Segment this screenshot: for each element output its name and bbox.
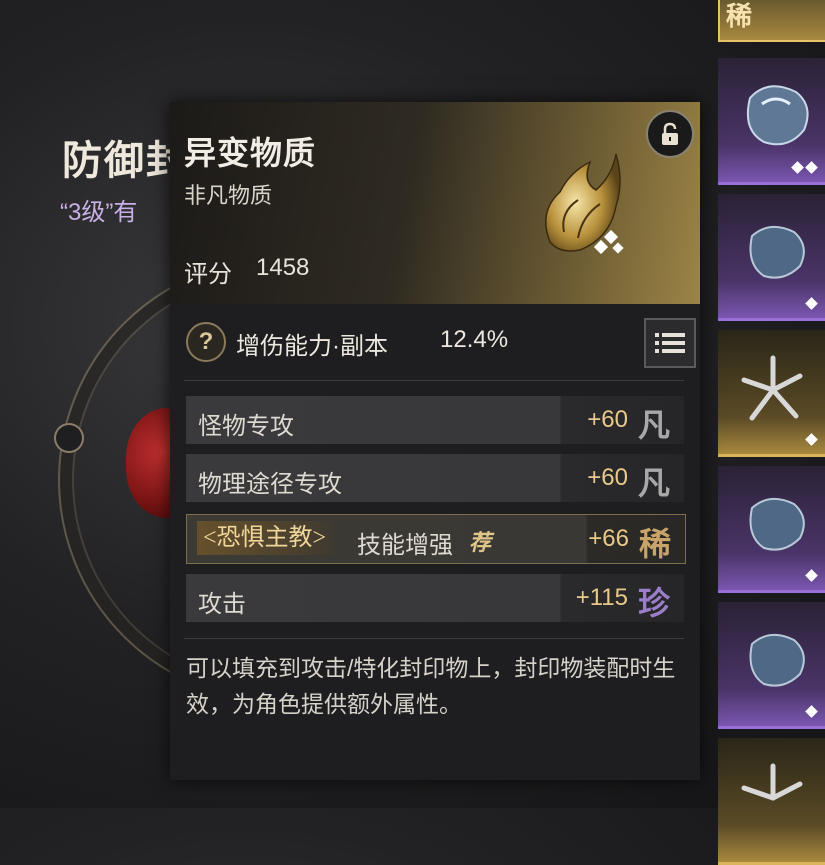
inventory-slot-6[interactable] xyxy=(718,738,825,865)
sub-stat-grade: 稀 xyxy=(638,526,671,562)
score-label: 评分 xyxy=(184,261,232,288)
sub-stat-row: 物理途径专攻 +60 凡 xyxy=(186,454,684,502)
sub-stat-value: +115 xyxy=(575,584,628,611)
lock-open-icon xyxy=(662,122,678,145)
list-icon xyxy=(655,333,685,353)
item-type: 非凡物质 xyxy=(184,183,273,208)
item-description: 可以填充到攻击/特化封印物上，封印物装配时生效，为角色提供额外属性。 xyxy=(186,655,676,717)
item-artwork-icon xyxy=(545,153,624,255)
item-tooltip: 异变物质 非凡物质 评分 1458 ? 增伤能力·副本 12.4% 怪物专攻 +… xyxy=(170,102,700,780)
sub-stat-row-skill: <恐惧主教> 技能增强 荐 +66 稀 xyxy=(186,514,686,564)
background-panel-subtitle: “3级”有 xyxy=(60,199,138,226)
divider xyxy=(184,380,684,381)
skill-name-badge: <恐惧主教> xyxy=(197,521,333,555)
sub-stat-grade: 凡 xyxy=(637,465,670,501)
details-list-button[interactable] xyxy=(644,318,696,368)
sub-stat-name: 技能增强 xyxy=(357,532,453,559)
inventory-slot-3[interactable] xyxy=(718,330,825,457)
inventory-slot-1[interactable] xyxy=(718,58,825,185)
sub-stat-row: 怪物专攻 +60 凡 xyxy=(186,396,684,444)
main-stat-name: 增伤能力·副本 xyxy=(236,333,388,360)
lock-button[interactable] xyxy=(646,110,694,158)
rarity-label: 稀 xyxy=(726,2,753,31)
inventory-slot-4[interactable] xyxy=(718,466,825,593)
score-value: 1458 xyxy=(256,254,310,281)
inventory-slot-5[interactable] xyxy=(718,602,825,729)
tooltip-header: 异变物质 非凡物质 评分 1458 xyxy=(170,102,700,304)
seal-ring-node[interactable] xyxy=(54,423,84,453)
star-item-icon xyxy=(741,763,803,801)
sub-stat-name: 物理途径专攻 xyxy=(198,471,342,498)
sub-stat-value: +60 xyxy=(587,464,628,491)
main-stat: ? 增伤能力·副本 12.4% xyxy=(184,318,696,368)
inventory-slot-2[interactable] xyxy=(718,194,825,321)
sub-stat-name: 怪物专攻 xyxy=(198,413,294,440)
sub-stat-name: 攻击 xyxy=(198,591,246,618)
sub-stat-value: +60 xyxy=(587,406,628,433)
question-icon[interactable]: ? xyxy=(186,322,226,362)
sub-stat-value: +66 xyxy=(588,525,629,552)
inventory-slot-selected[interactable]: 稀 xyxy=(718,0,825,42)
item-name: 异变物质 xyxy=(184,135,317,171)
divider xyxy=(184,638,684,639)
sub-stat-row: 攻击 +115 珍 xyxy=(186,574,684,622)
recommend-tag: 荐 xyxy=(469,530,492,555)
sub-stat-grade: 珍 xyxy=(637,585,670,621)
main-stat-value: 12.4% xyxy=(440,326,509,353)
sub-stat-grade: 凡 xyxy=(637,407,670,443)
